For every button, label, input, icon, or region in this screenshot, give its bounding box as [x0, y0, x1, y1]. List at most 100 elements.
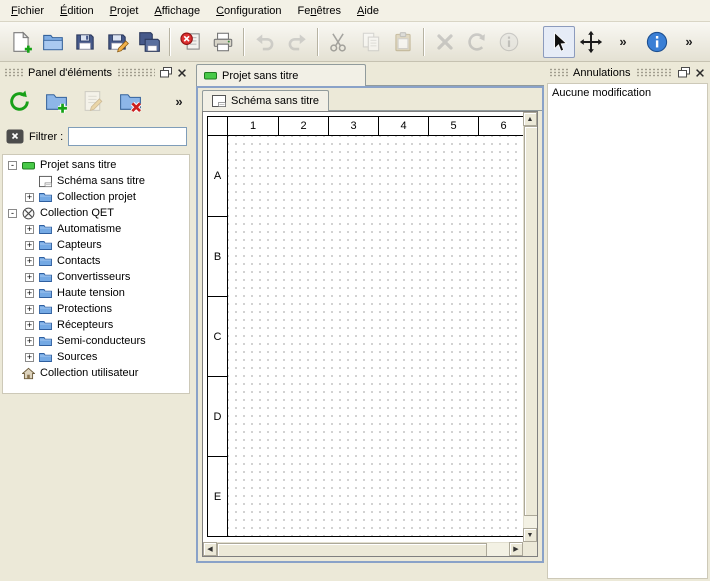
dock-drag-handle[interactable] — [549, 68, 569, 77]
reload-collections-button[interactable] — [4, 86, 35, 117]
expand-toggle[interactable]: + — [25, 321, 34, 330]
new-element-button[interactable] — [41, 86, 72, 117]
expand-toggle[interactable]: + — [25, 305, 34, 314]
expand-toggle[interactable]: + — [25, 193, 34, 202]
scroll-up-button[interactable]: ▲ — [523, 112, 537, 126]
tree-item-label: Projet sans titre — [40, 159, 116, 171]
tree-item[interactable]: Schéma sans titre — [3, 173, 189, 189]
folder-icon — [39, 319, 52, 332]
expand-toggle[interactable]: + — [25, 273, 34, 282]
clear-filter-button[interactable] — [5, 129, 24, 145]
copy-button[interactable] — [355, 26, 387, 58]
diagram-frame-body: ABCDE — [208, 136, 523, 536]
select-mode-button[interactable] — [543, 26, 575, 58]
toolbar-overflow-button[interactable]: » — [607, 26, 639, 58]
delete-element-button[interactable] — [115, 86, 146, 117]
tree-item[interactable]: +Contacts — [3, 253, 189, 269]
undo-button[interactable] — [249, 26, 281, 58]
diagram-view[interactable]: 123456 ABCDE ▲ ▼ ◀ — [202, 111, 538, 557]
tree-item[interactable]: + Collection projet — [3, 189, 189, 205]
vertical-scrollbar[interactable]: ▲ ▼ — [523, 112, 537, 542]
folder-icon — [39, 271, 52, 284]
panel-overflow-button[interactable]: » — [170, 86, 188, 117]
diagram-tab-bar: Schéma sans titre — [198, 88, 542, 111]
scroll-right-button[interactable]: ▶ — [509, 542, 523, 556]
close-panel-button[interactable] — [174, 65, 190, 80]
cut-button[interactable] — [323, 26, 355, 58]
tree-item[interactable]: +Récepteurs — [3, 317, 189, 333]
print-button[interactable] — [207, 26, 239, 58]
tree-item[interactable]: Collection utilisateur — [3, 365, 189, 381]
save-button[interactable] — [69, 26, 101, 58]
horizontal-scrollbar[interactable]: ◀ ▶ — [203, 542, 523, 556]
row-label: E — [208, 456, 227, 536]
save-icon — [73, 30, 97, 54]
close-panel-button[interactable] — [692, 65, 708, 80]
cut-icon — [327, 30, 351, 54]
diagram-grid[interactable] — [228, 136, 523, 536]
delete-button[interactable] — [429, 26, 461, 58]
dock-drag-handle[interactable] — [636, 68, 674, 77]
menu-fenetres[interactable]: Fenêtres — [290, 2, 349, 20]
tab-schema-sans-titre[interactable]: Schéma sans titre — [202, 90, 329, 111]
expand-toggle[interactable]: + — [25, 225, 34, 234]
tree-item[interactable]: +Capteurs — [3, 237, 189, 253]
elements-panel-titlebar: Panel d'éléments — [2, 64, 190, 81]
expand-toggle[interactable]: + — [25, 241, 34, 250]
save-as-button[interactable] — [101, 26, 133, 58]
toolbar-separator — [169, 28, 171, 56]
filter-input[interactable] — [68, 127, 187, 146]
edit-element-button[interactable] — [78, 86, 109, 117]
tab-project-sans-titre[interactable]: Projet sans titre — [196, 64, 366, 86]
menu-aide[interactable]: Aide — [349, 2, 387, 20]
project-icon — [204, 69, 217, 82]
undo-list[interactable]: Aucune modification — [547, 83, 708, 579]
expand-toggle[interactable]: + — [25, 257, 34, 266]
save-all-button[interactable] — [133, 26, 165, 58]
collapse-toggle[interactable]: - — [8, 209, 17, 218]
tree-item[interactable]: +Semi-conducteurs — [3, 333, 189, 349]
element-info-button[interactable] — [493, 26, 525, 58]
float-panel-button[interactable] — [158, 65, 174, 80]
tree-item[interactable]: -Collection QET — [3, 205, 189, 221]
collapse-toggle[interactable]: - — [8, 161, 17, 170]
close-file-button[interactable] — [175, 26, 207, 58]
menu-configuration[interactable]: Configuration — [208, 2, 289, 20]
menu-projet[interactable]: Projet — [102, 2, 147, 20]
pan-mode-button[interactable] — [575, 26, 607, 58]
tree-item[interactable]: +Automatisme — [3, 221, 189, 237]
scroll-left-button[interactable]: ◀ — [203, 542, 217, 556]
float-panel-button[interactable] — [676, 65, 692, 80]
menu-fichier[interactable]: Fichier — [3, 2, 52, 20]
tree-item[interactable]: - Projet sans titre — [3, 157, 189, 173]
vertical-scrollbar-thumb[interactable] — [524, 126, 538, 516]
horizontal-scrollbar-thumb[interactable] — [217, 543, 487, 557]
tree-item[interactable]: +Protections — [3, 301, 189, 317]
diagram-border-frame: 123456 ABCDE — [207, 116, 523, 537]
expand-toggle[interactable]: + — [25, 353, 34, 362]
home-icon — [22, 367, 35, 380]
rotate-button[interactable] — [461, 26, 493, 58]
paste-button[interactable] — [387, 26, 419, 58]
help-info-icon — [645, 30, 669, 54]
tree-item[interactable]: +Convertisseurs — [3, 269, 189, 285]
column-label: 2 — [278, 117, 328, 135]
expand-toggle[interactable]: + — [25, 289, 34, 298]
tree-item[interactable]: +Sources — [3, 349, 189, 365]
redo-button[interactable] — [281, 26, 313, 58]
folder-icon — [39, 223, 52, 236]
expand-toggle[interactable]: + — [25, 337, 34, 346]
tree-item[interactable]: +Haute tension — [3, 285, 189, 301]
open-button[interactable] — [37, 26, 69, 58]
scroll-down-button[interactable]: ▼ — [523, 528, 537, 542]
save-as-icon — [105, 30, 129, 54]
about-button[interactable] — [641, 26, 673, 58]
diagram-canvas[interactable]: 123456 ABCDE — [203, 112, 523, 542]
menu-edition[interactable]: Édition — [52, 2, 102, 20]
menu-affichage[interactable]: Affichage — [146, 2, 208, 20]
dock-drag-handle[interactable] — [117, 68, 155, 77]
tree-item-label: Collection projet — [57, 191, 136, 203]
new-button[interactable] — [5, 26, 37, 58]
help-overflow-button[interactable]: » — [673, 26, 705, 58]
dock-drag-handle[interactable] — [4, 68, 24, 77]
